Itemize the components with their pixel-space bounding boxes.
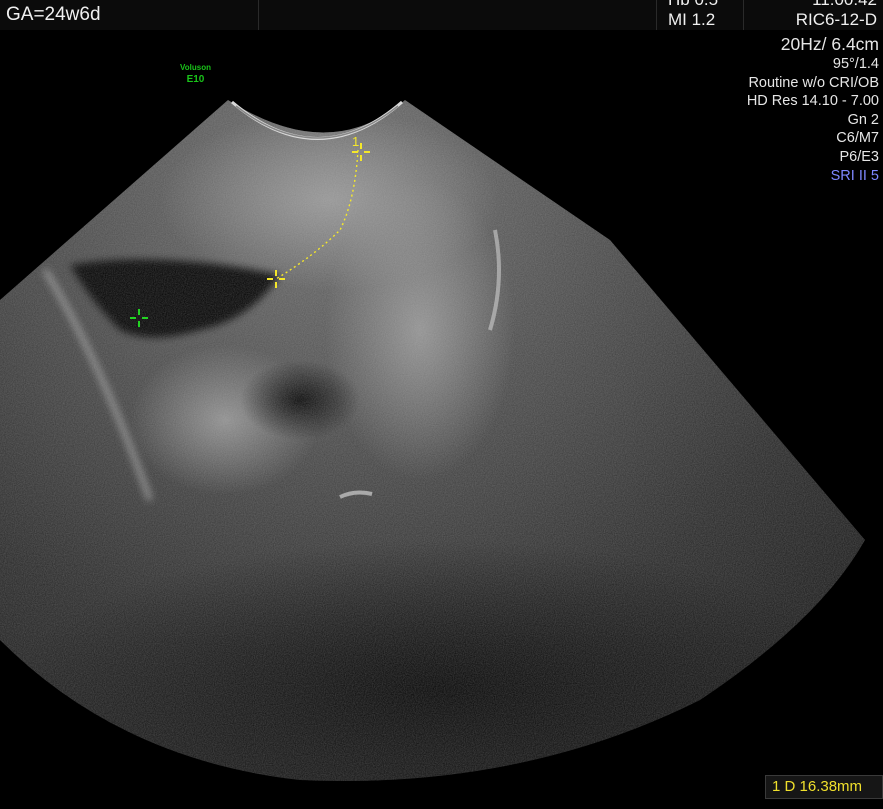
- gain-param: Gn 2: [847, 111, 879, 128]
- pe-param: P6/E3: [839, 148, 880, 165]
- clock: 11:00:42: [812, 0, 877, 10]
- resolution-param: HD Res 14.10 - 7.00: [746, 93, 879, 110]
- caliper-label: 1: [352, 134, 359, 149]
- thermal-index: Hb 0.5: [668, 0, 718, 10]
- cm-param: C6/M7: [836, 130, 879, 147]
- probe-name: RIC6-12-D: [795, 10, 877, 29]
- logo-line2: E10: [186, 74, 205, 85]
- top-bar: GA=24w6d Hb 0.5 MI 1.2 11:00:42 RIC6-12-…: [0, 0, 883, 30]
- logo-line1: Voluson: [180, 63, 211, 72]
- gestational-age: GA=24w6d: [6, 4, 101, 25]
- frame-rate-depth: 20Hz/ 6.4cm: [780, 34, 879, 54]
- sri-param: SRI II 5: [830, 167, 879, 184]
- mechanical-index: MI 1.2: [668, 10, 716, 29]
- parameter-panel: 20Hz/ 6.4cm 95°/1.4 Routine w/o CRI/OB H…: [747, 33, 879, 185]
- angle-param: 95°/1.4: [832, 56, 879, 72]
- brand-logo: Voluson E10: [180, 62, 211, 86]
- preset-name: Routine w/o CRI/OB: [748, 74, 879, 91]
- measurement-result: 1 D 16.38mm: [765, 775, 883, 799]
